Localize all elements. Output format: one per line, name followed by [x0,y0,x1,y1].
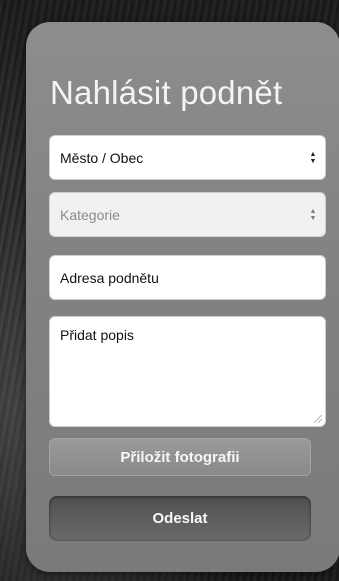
city-select-value: Město / Obec [60,149,144,166]
attach-photo-button[interactable]: Přiložit fotografii [49,438,311,476]
city-select[interactable]: Město / Obec ▲ ▼ [49,135,326,180]
address-input[interactable]: Adresa podnětu [49,255,326,300]
submit-button[interactable]: Odeslat [49,496,311,541]
updown-arrows-icon: ▲ ▼ [309,150,317,165]
form-title: Nahlásit podnět [50,74,283,111]
description-textarea[interactable]: Přidat popis [49,316,326,427]
category-select[interactable]: Kategorie ▲ ▼ [49,192,326,237]
resize-grip-icon[interactable] [314,415,322,423]
updown-arrows-icon: ▲ ▼ [309,207,317,222]
description-textarea-value: Přidat popis [60,327,134,343]
category-select-value: Kategorie [60,206,120,223]
report-form-card: Nahlásit podnět Město / Obec ▲ ▼ Kategori… [26,22,339,572]
address-input-value: Adresa podnětu [60,269,159,286]
